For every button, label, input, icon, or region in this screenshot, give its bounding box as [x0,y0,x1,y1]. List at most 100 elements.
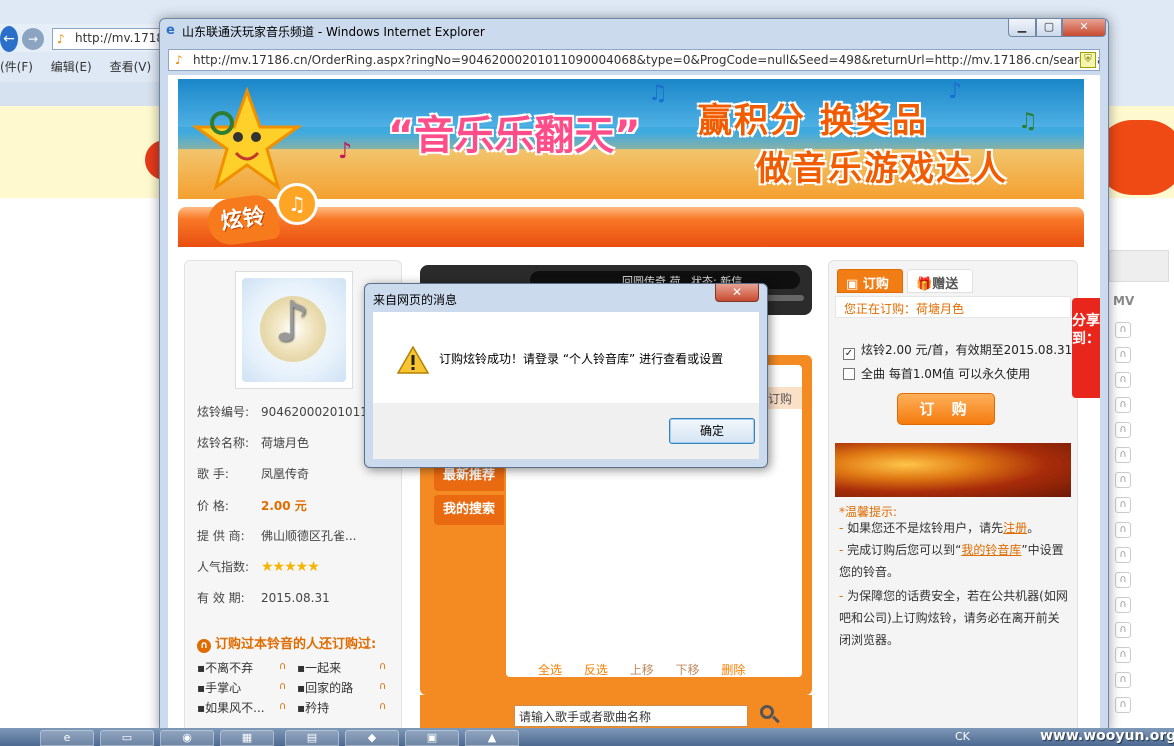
taskbar-vs-icon[interactable]: ◆ [345,730,399,746]
headphone-icon: ∩ [197,639,211,653]
move-up-button[interactable]: 上移 [630,663,654,677]
page-icon: ♪ [175,53,183,67]
music-note-icon: ♫ [1018,109,1038,134]
headphone-icon[interactable]: ∩ [1115,497,1131,513]
listen-icon[interactable]: ∩ [279,681,291,692]
headphone-icon[interactable]: ∩ [1115,547,1131,563]
listen-icon[interactable]: ∩ [379,661,391,672]
listen-icon[interactable]: ∩ [379,681,391,692]
option-full-song[interactable]: 全曲 每首1.0M值 可以永久使用 [843,365,1030,382]
headphone-icon[interactable]: ∩ [1115,397,1131,413]
dialog-close-button[interactable]: ✕ [715,284,759,302]
taskbar-folder-icon[interactable]: ▭ [100,730,154,746]
music-note-icon: ♪ [948,79,963,104]
headphone-icon[interactable]: ∩ [1115,597,1131,613]
order-button[interactable]: 订 购 [897,393,995,425]
select-all-button[interactable]: 全选 [538,663,562,677]
music-note-icon: ♫ [648,81,668,106]
headphone-icon[interactable]: ∩ [1115,347,1131,363]
move-down-button[interactable]: 下移 [676,663,700,677]
taskbar-chrome-icon[interactable]: ◉ [160,730,214,746]
tip-security: - 为保障您的话费安全，若在公共机器(如网吧和公司)上订购炫铃，请务必在离开前关… [839,589,1068,647]
url-text: http://mv.17186.cn/OrderRing.aspx?ringNo… [193,53,1100,67]
windows-taskbar: e ▭ ◉ ▦ ▤ ◆ ▣ ▲ [0,728,1174,746]
music-icon: ♫ [276,183,318,225]
mv-column-label: MV [1113,294,1135,308]
promo-banner[interactable]: ♫ ♪ ♫ ♪ “音乐乐翻天” 赢积分 换奖品 做音乐游戏达人 [178,79,1084,199]
window-title: 山东联通沃玩家音乐频道 - Windows Internet Explorer [182,25,485,39]
menu-file[interactable]: (件(F) [0,60,33,74]
list-item[interactable]: ▪矜持 ∩ [297,699,397,717]
taskbar-ie-icon[interactable]: e [40,730,94,746]
address-bar[interactable]: ♪ http://mv.17186.cn/OrderRing.aspx?ring… [168,49,1100,71]
list-item[interactable]: ▪不离不弃 ∩ [197,659,297,677]
forward-button[interactable]: → [22,28,44,50]
watermark: www.wooyun.org [1040,728,1174,744]
checkbox-full-song[interactable] [843,368,855,380]
taskbar-app-icon[interactable]: ▦ [220,730,274,746]
share-tab[interactable]: 分享到： [1072,298,1100,398]
also-ordered-title: ∩ 订购过本铃音的人还订购过: [197,633,376,653]
headphone-icon[interactable]: ∩ [1115,322,1131,338]
headphone-icon[interactable]: ∩ [1115,672,1131,688]
window-close-button[interactable]: ✕ [1062,19,1106,37]
promo-image[interactable] [835,443,1071,497]
search-icon[interactable] [758,703,782,727]
menu-edit[interactable]: 编辑(E) [51,60,92,74]
headphone-icon[interactable]: ∩ [1115,622,1131,638]
dialog-message: 订购炫铃成功！请登录 “个人铃音库” 进行查看或设置 [439,352,724,366]
music-note-icon: ♪ [274,290,310,355]
banner-subtitle-2: 做音乐游戏达人 [756,149,1008,189]
ok-button[interactable]: 确定 [669,418,755,444]
price-row: 价 格: 2.00 元 [197,499,307,513]
invert-selection-button[interactable]: 反选 [584,663,608,677]
security-shield-icon[interactable]: ⛨ [1080,52,1096,68]
list-item[interactable]: ▪一起来 ∩ [297,659,397,677]
singer-row: 歌 手: 凤凰传奇 [197,467,310,481]
list-item[interactable]: ▪如果风不... ∩ [197,699,297,717]
headphone-icon[interactable]: ∩ [1115,647,1131,663]
tab-gift[interactable]: 🎁赠送 [907,269,973,293]
delete-button[interactable]: 删除 [721,663,745,677]
list-item[interactable]: ▪回家的路 ∩ [297,679,397,697]
dialog-footer: 确定 [373,403,759,459]
menu-view[interactable]: 查看(V) [110,60,152,74]
album-cover: ♪ [235,271,353,389]
headphone-icon[interactable]: ∩ [1115,447,1131,463]
ordering-now-text: 您正在订购：荷塘月色 [835,296,1071,318]
banner-title: “音乐乐翻天” [388,113,641,159]
star-mascot-icon [192,87,302,191]
list-item[interactable]: ▪手掌心 ∩ [197,679,297,697]
background-address-bar[interactable]: ♪ http://mv.17186 [52,28,167,50]
music-note-icon: ♪ [338,139,353,164]
alert-dialog: 来自网页的消息 ✕ 订购炫铃成功！请登录 “个人铃音库” 进行查看或设置 确定 [364,283,768,468]
background-right-list: MV ∩ ∩ ∩ ∩ ∩ ∩ ∩ ∩ ∩ ∩ ∩ ∩ ∩ ∩ ∩ ∩ [1105,250,1174,730]
headphone-icon[interactable]: ∩ [1115,697,1131,713]
dialog-title: 来自网页的消息 [373,293,458,307]
tab-my-search[interactable]: 我的搜索 [434,495,504,525]
headphone-icon[interactable]: ∩ [1115,472,1131,488]
headphone-icon[interactable]: ∩ [1115,572,1131,588]
gift-icon: 🎁 [916,277,933,292]
listen-icon[interactable]: ∩ [379,701,391,712]
headphone-icon[interactable]: ∩ [1115,422,1131,438]
tray-text: CK [955,730,970,743]
background-menubar: (件(F) 编辑(E) 查看(V) [0,58,170,78]
option-ringtone[interactable]: ✓ 炫铃2.00 元/首，有效期至2015.08.31 [843,341,1072,360]
headphone-icon[interactable]: ∩ [1115,522,1131,538]
listen-icon[interactable]: ∩ [279,701,291,712]
taskbar-app-icon[interactable]: ▤ [285,730,339,746]
tab-order[interactable]: ▣ 订购 [837,269,903,293]
maximize-button[interactable]: ▢ [1036,19,1062,37]
register-link[interactable]: 注册 [1003,521,1027,535]
taskbar-app-icon[interactable]: ▲ [465,730,519,746]
checkbox-ringtone[interactable]: ✓ [843,348,855,360]
ringtone-library-link[interactable]: 我的铃音库 [961,543,1021,557]
minimize-button[interactable]: ▁ [1008,19,1036,37]
back-button[interactable]: ← [0,26,18,52]
listen-icon[interactable]: ∩ [279,661,291,672]
headphone-icon[interactable]: ∩ [1115,372,1131,388]
playlist-actions: 全选 反选 上移 下移 删除 [538,661,778,681]
search-input[interactable] [514,705,748,727]
taskbar-app-icon[interactable]: ▣ [405,730,459,746]
